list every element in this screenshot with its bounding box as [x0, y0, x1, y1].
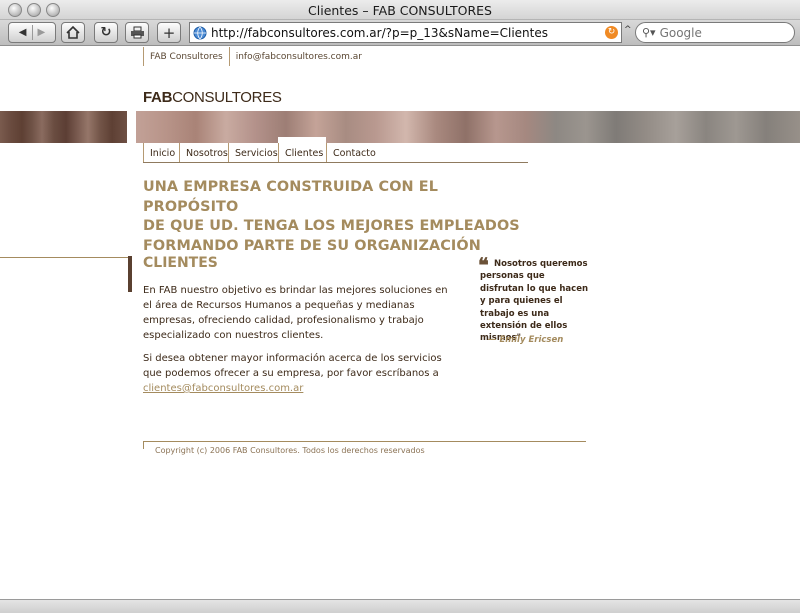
quote-text: Nosotros queremos personas que disfrutan… [480, 259, 589, 344]
url-dropdown-icon[interactable]: ^ [624, 25, 632, 35]
headline-line: DE QUE UD. TENGA LOS MEJORES EMPLEADOS [143, 218, 520, 234]
copyright-text: Copyright (c) 2006 FAB Consultores. Todo… [155, 446, 425, 455]
nav-item-contacto[interactable]: Contacto [326, 143, 382, 162]
section-marker-bar [128, 256, 132, 292]
forward-arrow-icon[interactable]: ▶ [38, 27, 46, 38]
home-icon [66, 26, 80, 39]
site-logo[interactable]: FABCONSULTORES [143, 89, 282, 106]
headline-line: UNA EMPRESA CONSTRUIDA CON EL PROPÓSITO [143, 179, 438, 215]
testimonial-quote: Nosotros queremos personas que disfrutan… [480, 258, 590, 345]
section-side-line [0, 257, 128, 258]
back-forward-buttons[interactable]: ◀ ▶ [8, 22, 56, 43]
contact-text: Si desea obtener mayor información acerc… [143, 353, 442, 379]
search-field[interactable]: ⚲▾ [635, 22, 795, 43]
search-input[interactable] [659, 25, 780, 40]
email-link[interactable]: clientes@fabconsultores.com.ar [143, 383, 303, 394]
main-navigation: Inicio Nosotros Servicios Clientes Conta… [143, 137, 528, 163]
banner-strip-left [0, 111, 127, 143]
top-link-email[interactable]: info@fabconsultores.com.ar [228, 47, 368, 66]
reload-icon: ↻ [100, 25, 112, 40]
contact-paragraph: Si desea obtener mayor información acerc… [143, 351, 448, 396]
footer-divider [143, 441, 586, 442]
banner-strip-right [136, 111, 800, 143]
back-arrow-icon[interactable]: ◀ [19, 27, 27, 38]
address-bar[interactable]: http://fabconsultores.com.ar/?p=p_13&sNa… [189, 22, 622, 43]
logo-bold-text: FAB [143, 89, 173, 106]
window-title: Clientes – FAB CONSULTORES [308, 3, 492, 18]
search-icon: ⚲▾ [642, 26, 656, 39]
printer-icon [130, 26, 144, 39]
add-bookmark-button[interactable]: + [157, 22, 181, 43]
logo-regular-text: CONSULTORES [172, 89, 282, 106]
reload-button[interactable]: ↻ [94, 22, 118, 43]
footer-tick [143, 441, 144, 449]
rss-reload-icon[interactable]: ↻ [605, 26, 618, 39]
headline: UNA EMPRESA CONSTRUIDA CON EL PROPÓSITO … [143, 178, 523, 256]
nav-item-nosotros[interactable]: Nosotros [179, 143, 234, 162]
window-titlebar: Clientes – FAB CONSULTORES [0, 0, 800, 20]
home-button[interactable] [61, 22, 85, 43]
section-title: CLIENTES [143, 255, 218, 271]
intro-paragraph: En FAB nuestro objetivo es brindar las m… [143, 285, 448, 341]
browser-statusbar [0, 599, 800, 613]
plus-icon: + [162, 23, 176, 42]
top-links: FAB Consultores info@fabconsultores.com.… [143, 47, 368, 66]
print-button[interactable] [125, 22, 149, 43]
top-link-home[interactable]: FAB Consultores [143, 47, 229, 66]
browser-toolbar: ◀ ▶ ↻ + http://fabconsultores.com.ar/?p=… [0, 20, 800, 46]
url-text[interactable]: http://fabconsultores.com.ar/?p=p_13&sNa… [211, 26, 548, 40]
globe-icon [193, 26, 207, 39]
button-divider [31, 25, 33, 40]
nav-item-inicio[interactable]: Inicio [143, 143, 181, 162]
quote-author: — Emily Ericsen [488, 335, 564, 345]
web-page: FAB Consultores info@fabconsultores.com.… [0, 47, 800, 599]
headline-line: FORMANDO PARTE DE SU ORGANIZACIÓN [143, 237, 481, 254]
nav-item-servicios[interactable]: Servicios [228, 143, 284, 162]
nav-item-clientes[interactable]: Clientes [278, 143, 330, 162]
